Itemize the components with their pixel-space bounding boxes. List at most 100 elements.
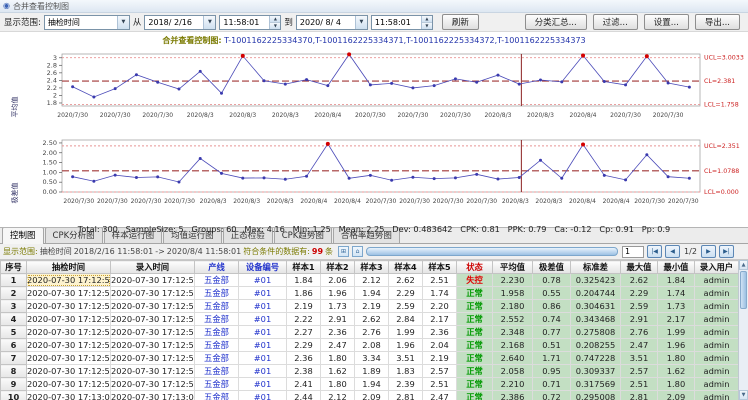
svg-text:2020/8/3: 2020/8/3: [527, 112, 554, 119]
chart-title-series: T-1001162225334370,T-1001162225334371,T-…: [224, 36, 586, 45]
cell-sample-time: 2020-07-30 17:12:57: [27, 287, 111, 300]
filter-button[interactable]: 过滤...: [593, 14, 638, 30]
from-label: 从: [133, 16, 142, 28]
svg-text:UCL=2.351: UCL=2.351: [704, 143, 740, 150]
settings-button[interactable]: 设置...: [644, 14, 689, 30]
col-header-mean[interactable]: 平均值: [493, 261, 533, 274]
last-page-button[interactable]: ▶|: [719, 245, 734, 258]
cell-device-no: #01: [239, 326, 287, 339]
col-header-sample-4[interactable]: 样本4: [389, 261, 423, 274]
from-time-spinner[interactable]: 11:58:01 ▲ ▼: [219, 15, 281, 30]
next-page-button[interactable]: ▶: [701, 245, 716, 258]
range-slider[interactable]: [366, 247, 618, 256]
col-header-entry-time[interactable]: 录入时间: [111, 261, 195, 274]
display-range-label: 显示范围:: [4, 16, 41, 28]
svg-text:2020/7/30: 2020/7/30: [398, 112, 429, 119]
table-row[interactable]: 22020-07-30 17:12:572020-07-30 17:12:57五…: [1, 287, 739, 300]
cell-max: 2.29: [621, 287, 658, 300]
page-input[interactable]: [622, 246, 644, 258]
table-scrollbar[interactable]: ▲ ▼: [738, 260, 748, 400]
summary-button[interactable]: 分类汇总...: [525, 14, 587, 30]
cell-sample-2: 1.80: [321, 352, 355, 365]
cell-range: 0.95: [533, 365, 571, 378]
to-time-spinner[interactable]: 11:58:01 ▲ ▼: [371, 15, 433, 30]
prev-page-button[interactable]: ◀: [665, 245, 680, 258]
scrollbar-thumb[interactable]: [740, 271, 747, 309]
cell-sample-4: 2.59: [389, 300, 423, 313]
next-page-icon: ▶: [706, 248, 711, 255]
status-range-label: 显示范围:: [3, 246, 38, 257]
cell-status: 正常: [457, 313, 493, 326]
cell-line: 五金部: [195, 313, 239, 326]
table-row[interactable]: 52020-07-30 17:12:582020-07-30 17:12:58五…: [1, 326, 739, 339]
table-row[interactable]: 32020-07-30 17:12:582020-07-30 17:12:58五…: [1, 300, 739, 313]
cell-sample-time: 2020-07-30 17:12:58: [27, 326, 111, 339]
home-icon-button[interactable]: ⌂: [352, 246, 363, 257]
from-date-select[interactable]: 2018/ 2/16 ▼: [144, 15, 216, 30]
table-row[interactable]: 102020-07-30 17:13:002020-07-30 17:13:00…: [1, 391, 739, 400]
cell-index: 10: [1, 391, 27, 400]
table-row[interactable]: 92020-07-30 17:12:592020-07-30 17:12:59五…: [1, 378, 739, 391]
cell-stddev: 0.204744: [571, 287, 621, 300]
cell-index: 4: [1, 313, 27, 326]
cell-entry-user: admin: [695, 300, 739, 313]
table-row[interactable]: 82020-07-30 17:12:592020-07-30 17:12:59五…: [1, 365, 739, 378]
spinner-arrows[interactable]: ▲ ▼: [421, 16, 432, 29]
col-header-sample-5[interactable]: 样本5: [423, 261, 457, 274]
cell-range: 0.77: [533, 326, 571, 339]
col-header-range[interactable]: 极差值: [533, 261, 571, 274]
col-header-line[interactable]: 产线: [195, 261, 239, 274]
cell-sample-time: 2020-07-30 17:12:59: [27, 365, 111, 378]
grid-icon-button[interactable]: ⊞: [338, 246, 349, 257]
cell-status: 正常: [457, 352, 493, 365]
col-header-device-no[interactable]: 设备编号: [239, 261, 287, 274]
col-header-stddev[interactable]: 标准差: [571, 261, 621, 274]
cell-stddev: 0.304631: [571, 300, 621, 313]
col-header-index[interactable]: 序号: [1, 261, 27, 274]
range-control-chart[interactable]: 2.502.001.501.000.500.00UCL=2.351LCL=0.0…: [0, 134, 748, 218]
svg-text:2020/7/30: 2020/7/30: [142, 112, 173, 119]
cell-mean: 2.386: [493, 391, 533, 400]
svg-text:2020/8/3: 2020/8/3: [535, 198, 562, 205]
refresh-button[interactable]: 刷新: [442, 14, 479, 30]
cell-line: 五金部: [195, 274, 239, 287]
chart-title: 合并查看控制图: T-1001162225334370,T-1001162225…: [0, 32, 748, 46]
svg-text:LCL=1.758: LCL=1.758: [704, 102, 739, 109]
scroll-down-icon[interactable]: ▼: [739, 390, 748, 400]
status-range-arrow: ->: [155, 247, 165, 256]
col-header-entry-user[interactable]: 录入用户: [695, 261, 739, 274]
status-range-to: 2020/8/4 11:58:01: [167, 247, 241, 256]
cell-min: 1.96: [658, 339, 695, 352]
cell-entry-time: 2020-07-30 17:12:57: [111, 274, 195, 287]
cell-line: 五金部: [195, 391, 239, 400]
spinner-arrows[interactable]: ▲ ▼: [269, 16, 280, 29]
cell-sample-1: 1.86: [287, 287, 321, 300]
col-header-max[interactable]: 最大值: [621, 261, 658, 274]
scroll-up-icon[interactable]: ▲: [739, 260, 748, 270]
table-row[interactable]: 72020-07-30 17:12:592020-07-30 17:12:59五…: [1, 352, 739, 365]
export-button[interactable]: 导出...: [695, 14, 740, 30]
cell-entry-time: 2020-07-30 17:13:00: [111, 391, 195, 400]
cell-sample-time: 2020-07-30 17:12:59: [27, 378, 111, 391]
col-header-sample-3[interactable]: 样本3: [355, 261, 389, 274]
col-header-status[interactable]: 状态: [457, 261, 493, 274]
to-date-select[interactable]: 2020/ 8/ 4 ▼: [296, 15, 368, 30]
table-row[interactable]: 12020-07-30 17:12:572020-07-30 17:12:57五…: [1, 274, 739, 287]
col-header-sample-time[interactable]: 抽检时间: [27, 261, 111, 274]
cell-sample-1: 2.29: [287, 339, 321, 352]
col-header-sample-2[interactable]: 样本2: [321, 261, 355, 274]
mean-control-chart[interactable]: 32.82.62.42.221.8UCL=3.0033LCL=1.758CL=2…: [0, 46, 748, 130]
display-range-value: 抽检时间: [45, 17, 117, 28]
first-page-button[interactable]: |◀: [647, 245, 662, 258]
cell-status: 正常: [457, 300, 493, 313]
cell-sample-2: 2.06: [321, 274, 355, 287]
cell-range: 1.71: [533, 352, 571, 365]
cell-status: 正常: [457, 326, 493, 339]
display-range-select[interactable]: 抽检时间 ▼: [44, 15, 130, 30]
svg-text:2020/8/4: 2020/8/4: [570, 112, 597, 119]
col-header-min[interactable]: 最小值: [658, 261, 695, 274]
table-row[interactable]: 62020-07-30 17:12:582020-07-30 17:12:58五…: [1, 339, 739, 352]
cell-min: 1.99: [658, 326, 695, 339]
col-header-sample-1[interactable]: 样本1: [287, 261, 321, 274]
table-row[interactable]: 42020-07-30 17:12:582020-07-30 17:12:58五…: [1, 313, 739, 326]
